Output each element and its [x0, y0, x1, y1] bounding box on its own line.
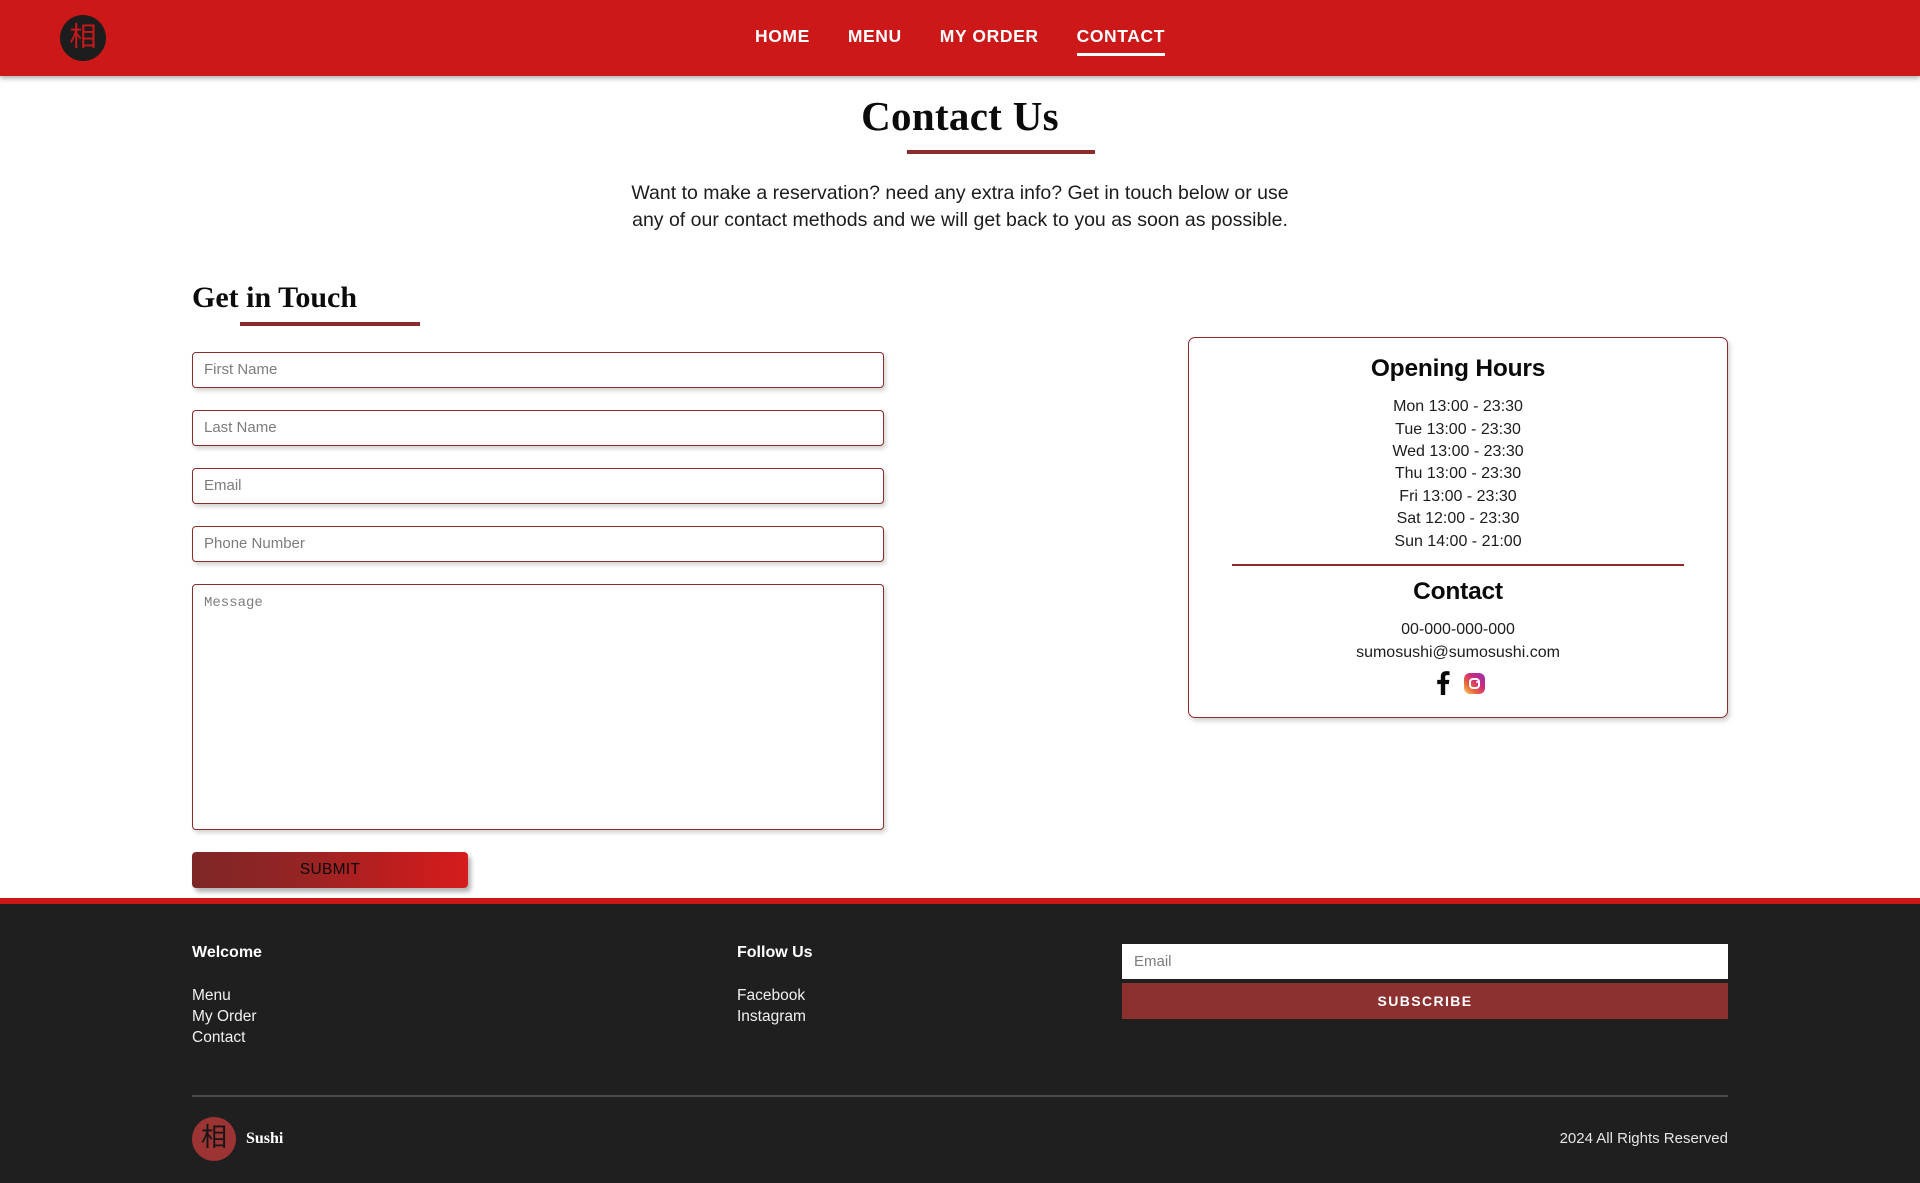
- opening-hours-list: Mon 13:00 - 23:30 Tue 13:00 - 23:30 Wed …: [1223, 396, 1693, 553]
- list-item: Wed 13:00 - 23:30: [1392, 443, 1524, 460]
- site-header: 相 HOME MENU MY ORDER CONTACT: [0, 0, 1920, 76]
- main-content: Contact Us Want to make a reservation? n…: [0, 76, 1920, 898]
- footer-welcome-heading: Welcome: [192, 944, 262, 961]
- title-underline: [907, 150, 1095, 154]
- kanji-icon: 相: [200, 1122, 227, 1153]
- instagram-icon[interactable]: [1463, 672, 1485, 694]
- intro-line-2: any of our contact methods and we will g…: [632, 209, 1288, 232]
- get-in-touch-heading: Get in Touch: [192, 281, 358, 315]
- social-links: [1223, 671, 1693, 696]
- footer-follow-heading: Follow Us: [737, 944, 813, 961]
- contact-form-section: Get in Touch SUBMIT: [192, 281, 884, 888]
- email-input[interactable]: [192, 467, 884, 504]
- page-title-block: Contact Us: [0, 92, 1920, 154]
- list-item: Sun 14:00 - 21:00: [1394, 532, 1522, 550]
- card-divider: [1232, 564, 1684, 567]
- site-logo[interactable]: 相: [60, 15, 106, 61]
- list-item: Mon 13:00 - 23:30: [1393, 398, 1523, 416]
- footer-divider: [192, 1095, 1728, 1097]
- message-textarea[interactable]: [192, 583, 884, 830]
- footer-link-instagram[interactable]: Instagram: [737, 1007, 1122, 1028]
- contact-phone: 00-000-000-000: [1401, 621, 1515, 639]
- list-item: Fri 13:00 - 23:30: [1399, 487, 1517, 505]
- opening-hours-card: Opening Hours Mon 13:00 - 23:30 Tue 13:0…: [1188, 337, 1728, 719]
- footer-subscribe-column: SUBSCRIBE: [1122, 944, 1728, 1048]
- facebook-icon[interactable]: [1432, 671, 1454, 696]
- footer-link-my-order[interactable]: My Order: [192, 1007, 737, 1028]
- main-navigation: HOME MENU MY ORDER CONTACT: [755, 26, 1166, 56]
- page-title: Contact Us: [861, 93, 1059, 139]
- get-in-touch-underline: [240, 322, 420, 326]
- nav-item-menu[interactable]: MENU: [848, 26, 902, 51]
- phone-input[interactable]: [192, 525, 884, 562]
- footer-brand-name: Sushi: [246, 1129, 284, 1147]
- contact-title: Contact: [1413, 578, 1503, 606]
- footer-brand[interactable]: 相 Sushi: [192, 1116, 284, 1161]
- footer-columns: Welcome Menu My Order Contact Follow Us …: [192, 904, 1728, 1048]
- logo-circle: 相: [60, 15, 106, 61]
- page-intro: Want to make a reservation? need any ext…: [0, 180, 1920, 235]
- list-item: Tue 13:00 - 23:30: [1395, 420, 1521, 438]
- contact-email: sumosushi@sumosushi.com: [1356, 643, 1560, 661]
- kanji-icon: 相: [69, 21, 97, 53]
- site-footer: Welcome Menu My Order Contact Follow Us …: [0, 904, 1920, 1183]
- submit-button[interactable]: SUBMIT: [192, 851, 468, 888]
- content-row: Get in Touch SUBMIT Opening Hours Mon 13…: [0, 281, 1920, 888]
- nav-item-home[interactable]: HOME: [755, 26, 810, 51]
- subscribe-email-input[interactable]: [1122, 944, 1728, 979]
- first-name-input[interactable]: [192, 351, 884, 388]
- list-item: Thu 13:00 - 23:30: [1394, 465, 1522, 483]
- instagram-glyph: [1468, 677, 1480, 689]
- opening-hours-title: Opening Hours: [1370, 355, 1546, 383]
- footer-welcome-column: Welcome Menu My Order Contact: [192, 944, 737, 1048]
- copyright-text: 2024 All Rights Reserved: [1559, 1130, 1728, 1148]
- last-name-input[interactable]: [192, 409, 884, 446]
- footer-bottom-row: 相 Sushi 2024 All Rights Reserved: [192, 1116, 1728, 1161]
- footer-link-contact[interactable]: Contact: [192, 1028, 737, 1049]
- list-item: Sat 12:00 - 23:30: [1396, 510, 1520, 528]
- nav-item-my-order[interactable]: MY ORDER: [940, 26, 1039, 51]
- subscribe-button[interactable]: SUBSCRIBE: [1122, 983, 1728, 1019]
- footer-link-facebook[interactable]: Facebook: [737, 986, 1122, 1007]
- nav-item-contact[interactable]: CONTACT: [1076, 26, 1166, 56]
- contact-form: SUBMIT: [192, 351, 884, 888]
- footer-follow-column: Follow Us Facebook Instagram: [737, 944, 1122, 1048]
- footer-link-menu[interactable]: Menu: [192, 986, 737, 1007]
- footer-logo-circle: 相: [192, 1116, 236, 1161]
- intro-line-1: Want to make a reservation? need any ext…: [631, 181, 1289, 204]
- contact-page: 相 HOME MENU MY ORDER CONTACT Contact Us …: [0, 0, 1920, 1183]
